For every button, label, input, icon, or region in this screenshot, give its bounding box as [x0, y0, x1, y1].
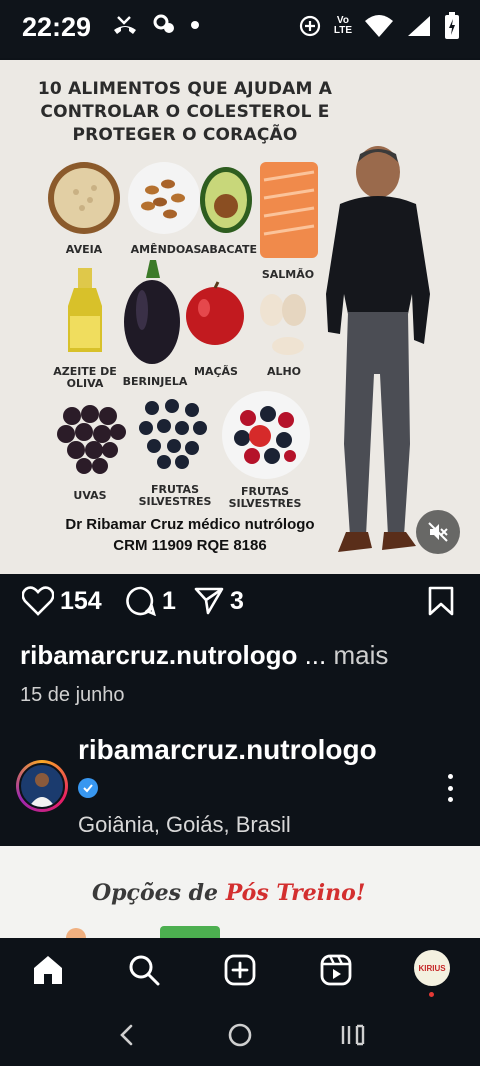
berries-bowl-image	[222, 391, 310, 479]
label-macas: MAÇÃS	[194, 365, 238, 378]
post-date: 15 de junho	[20, 684, 125, 706]
label-salmao: SALMÃO	[261, 268, 315, 281]
bottom-navigation: KIRIUS	[0, 938, 480, 1004]
garlic-image	[260, 294, 306, 355]
lte-icon: Vo LTE	[333, 15, 352, 36]
status-time: 22:29	[22, 12, 92, 42]
nav-profile-avatar[interactable]: KIRIUS	[412, 948, 452, 988]
label-abacate: ABACATE	[200, 243, 258, 256]
avatar[interactable]	[16, 760, 68, 812]
post-location[interactable]: Goiânia, Goiás, Brasil	[78, 812, 291, 838]
blueberries-image	[139, 399, 207, 469]
post-caption[interactable]: ribamarcruz.nutrologo ... mais	[20, 640, 388, 671]
send-icon	[194, 587, 224, 615]
share-count: 3	[230, 586, 244, 615]
label-amendoas: AMÊNDOAS	[130, 243, 202, 256]
label-aveia: AVEIA	[65, 243, 103, 256]
data-saver-icon	[299, 15, 320, 37]
nav-create[interactable]	[220, 950, 260, 990]
post-actions: 154 1 3	[0, 586, 480, 626]
system-back-button[interactable]	[110, 1018, 144, 1052]
search-icon	[129, 955, 160, 986]
doctor-credit: Dr Ribamar Cruz médico nutrólogo CRM 119…	[65, 516, 315, 554]
home-circle-icon	[228, 1023, 252, 1047]
label-alho: ALHO	[266, 365, 302, 378]
grapes-image	[57, 405, 126, 474]
label-frutas-silvestres-2: FRUTAS SILVESTRES	[228, 485, 302, 510]
apple-image	[186, 281, 244, 345]
more-options-button[interactable]	[444, 774, 456, 802]
label-uvas: UVAS	[73, 489, 107, 502]
next-post-image[interactable]: Opções de Pós Treino!	[0, 846, 480, 938]
olive-oil-image	[68, 268, 102, 352]
avocado-image	[200, 167, 252, 233]
battery-charging-icon	[445, 12, 459, 39]
heart-icon	[22, 586, 54, 616]
label-frutas-silvestres-1: FRUTAS SILVESTRES	[138, 483, 212, 508]
status-bar: 22:29 Vo LTE	[0, 0, 480, 58]
reels-icon	[320, 954, 352, 986]
post-image[interactable]: 10 ALIMENTOS QUE AJUDAM A CONTROLAR O CO…	[0, 60, 480, 574]
comment-count: 1	[162, 586, 176, 615]
recents-icon	[341, 1024, 365, 1046]
comment-icon	[126, 586, 156, 616]
next-post-username[interactable]: ribamarcruz.nutrologo	[78, 734, 377, 766]
like-button[interactable]: 154	[22, 586, 102, 616]
avatar-photo	[29, 773, 55, 807]
missed-call-icon	[114, 16, 136, 34]
comment-button[interactable]: 1	[126, 586, 176, 616]
nav-search[interactable]	[124, 950, 164, 990]
salmon-image	[260, 162, 318, 258]
system-navigation-bar	[0, 1004, 480, 1066]
next-post-decoration	[160, 926, 220, 938]
back-icon	[120, 1024, 133, 1046]
save-button[interactable]	[428, 586, 454, 616]
mute-button[interactable]	[416, 510, 460, 554]
caption-username[interactable]: ribamarcruz.nutrologo	[20, 640, 297, 670]
caption-ellipsis: ...	[297, 640, 334, 670]
caption-more-link[interactable]: mais	[333, 640, 388, 670]
bookmark-icon	[428, 586, 454, 616]
share-button[interactable]: 3	[194, 586, 244, 616]
label-azeite: AZEITE DE OLIVA	[53, 365, 117, 390]
oats-image	[48, 162, 120, 234]
doctor-photo	[326, 146, 430, 552]
nav-home[interactable]	[28, 950, 68, 990]
eggplant-image	[124, 260, 180, 364]
create-icon	[224, 954, 256, 986]
dot-icon	[191, 21, 199, 29]
volume-off-icon	[428, 522, 448, 542]
verified-badge-icon	[78, 778, 98, 798]
like-count: 154	[60, 586, 102, 615]
next-post-image-title: Opções de Pós Treino!	[92, 880, 366, 906]
home-icon	[34, 956, 62, 984]
signal-icon	[408, 16, 430, 36]
messenger-icon	[153, 14, 174, 33]
next-post-decoration	[66, 928, 86, 938]
notification-dot	[429, 992, 434, 997]
almonds-image	[128, 162, 200, 234]
infographic-title: 10 ALIMENTOS QUE AJUDAM A CONTROLAR O CO…	[37, 79, 333, 145]
system-home-button[interactable]	[223, 1018, 257, 1052]
nav-reels[interactable]	[316, 950, 356, 990]
system-recents-button[interactable]	[336, 1018, 370, 1052]
wifi-icon	[365, 15, 393, 37]
label-berinjela: BERINJELA	[122, 375, 188, 388]
